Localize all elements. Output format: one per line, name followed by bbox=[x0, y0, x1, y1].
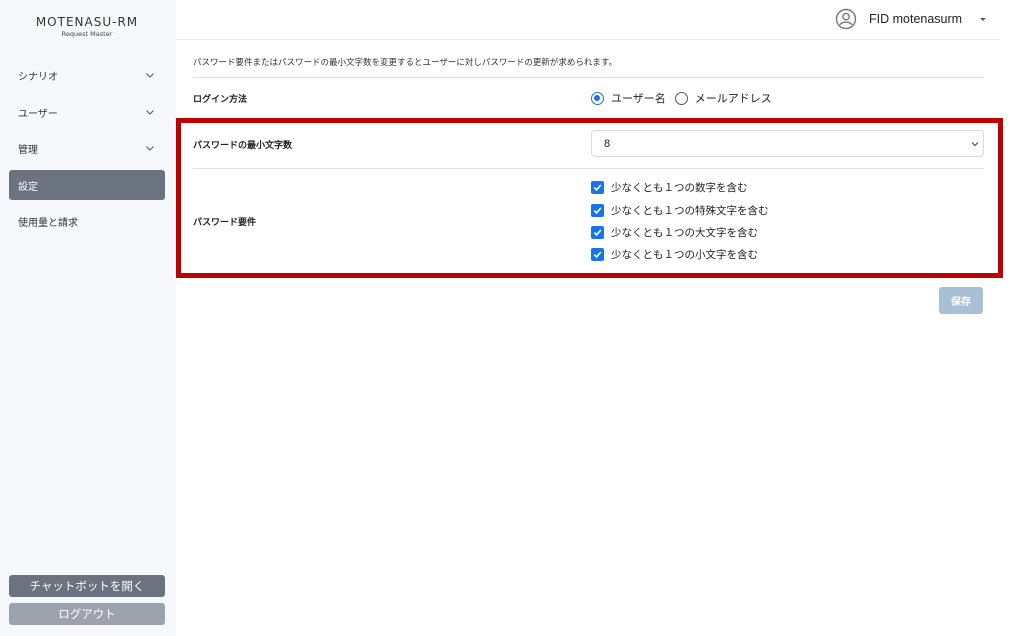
chevron-down-icon bbox=[971, 142, 979, 147]
requirement-lowercase[interactable]: 少なくとも１つの小文字を含む bbox=[591, 247, 758, 262]
min-length-select[interactable]: 8 bbox=[591, 130, 984, 157]
radio-label-email: メールアドレス bbox=[694, 92, 772, 105]
checkbox-checked[interactable] bbox=[591, 204, 604, 217]
sidebar-item-admin[interactable]: 管理 bbox=[9, 133, 165, 163]
requirement-digit[interactable]: 少なくとも１つの数字を含む bbox=[591, 180, 748, 195]
user-menu[interactable]: FID motenasurm bbox=[835, 8, 987, 30]
logout-button[interactable]: ログアウト bbox=[9, 603, 165, 625]
radio-option-username[interactable]: ユーザー名 bbox=[591, 90, 666, 106]
save-button[interactable]: 保存 bbox=[939, 287, 983, 314]
radio-button-email[interactable] bbox=[674, 91, 688, 105]
sidebar-item-settings[interactable]: 設定 bbox=[9, 170, 165, 200]
check-icon bbox=[593, 229, 602, 237]
sidebar-item-users[interactable]: ユーザー bbox=[9, 97, 165, 127]
requirement-uppercase[interactable]: 少なくとも１つの大文字を含む bbox=[591, 225, 758, 240]
open-chatbot-button[interactable]: チャットボットを開く bbox=[9, 575, 165, 597]
requirement-special-char[interactable]: 少なくとも１つの特殊文字を含む bbox=[591, 203, 769, 218]
min-length-label: パスワードの最小文字数 bbox=[193, 141, 293, 151]
sidebar-item-label: 使用量と請求 bbox=[18, 217, 78, 229]
sidebar-item-label: シナリオ bbox=[18, 71, 58, 83]
login-method-radio-group: ユーザー名 メールアドレス bbox=[591, 90, 781, 106]
user-name: FID motenasurm bbox=[869, 12, 963, 26]
sidebar-item-usage-billing[interactable]: 使用量と請求 bbox=[9, 206, 165, 236]
caret-down-icon bbox=[980, 17, 987, 21]
login-method-label: ログイン方法 bbox=[193, 95, 248, 105]
sidebar-item-label: ユーザー bbox=[18, 108, 58, 120]
user-avatar-icon bbox=[835, 8, 857, 30]
radio-label-username: ユーザー名 bbox=[611, 92, 666, 105]
radio-option-email[interactable]: メールアドレス bbox=[674, 90, 772, 106]
header-divider bbox=[176, 39, 1000, 40]
sidebar-item-scenario[interactable]: シナリオ bbox=[9, 60, 165, 90]
password-change-notice: パスワード要件またはパスワードの最小文字数を変更するとユーザーに対しパスワードの… bbox=[193, 58, 617, 68]
chevron-down-icon bbox=[146, 110, 154, 115]
check-icon bbox=[593, 251, 602, 259]
logo-title: MOTENASU-RM bbox=[35, 15, 139, 29]
logo-subtitle: Request Master bbox=[61, 30, 113, 38]
checkbox-checked[interactable] bbox=[591, 226, 604, 239]
check-icon bbox=[593, 184, 602, 192]
requirement-label: 少なくとも１つの数字を含む bbox=[611, 182, 748, 194]
sidebar-item-label: 設定 bbox=[18, 181, 38, 193]
checkbox-checked[interactable] bbox=[591, 248, 604, 261]
sidebar: MOTENASU-RM Request Master シナリオ ユーザー 管理 … bbox=[0, 0, 176, 636]
password-requirements-label: パスワード要件 bbox=[193, 218, 257, 228]
radio-button-username[interactable] bbox=[591, 91, 604, 105]
sidebar-item-label: 管理 bbox=[18, 144, 38, 156]
requirement-label: 少なくとも１つの大文字を含む bbox=[611, 227, 758, 239]
chevron-down-icon bbox=[146, 73, 154, 78]
requirement-label: 少なくとも１つの小文字を含む bbox=[611, 249, 758, 261]
chevron-down-icon bbox=[146, 146, 154, 151]
requirement-label: 少なくとも１つの特殊文字を含む bbox=[611, 205, 769, 217]
divider bbox=[193, 77, 984, 78]
check-icon bbox=[593, 207, 602, 215]
checkbox-checked[interactable] bbox=[591, 181, 604, 194]
app-logo[interactable]: MOTENASU-RM Request Master bbox=[0, 15, 174, 38]
min-length-value: 8 bbox=[604, 137, 611, 150]
divider bbox=[193, 168, 984, 169]
